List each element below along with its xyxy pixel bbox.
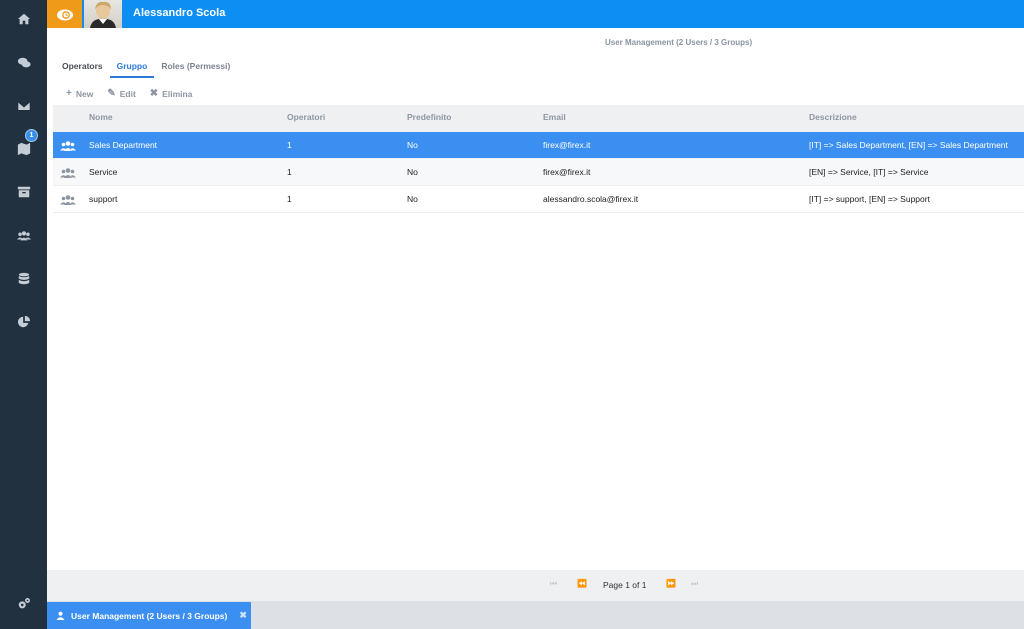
app-logo[interactable] [47,0,82,28]
cell-name: Sales Department [89,140,158,150]
chat-icon [17,57,31,68]
settings-icon [18,598,30,609]
user-photo-icon [90,1,116,28]
sidebar-item-map[interactable]: 1 [0,129,47,164]
tab-roles[interactable]: Roles (Permessi) [154,58,237,78]
cell-name: Service [89,167,118,177]
close-icon: ✖ [149,88,159,99]
sidebar-item-chat[interactable] [0,48,47,78]
database-icon [18,272,29,285]
tab-gruppo[interactable]: Gruppo [109,58,155,78]
first-page-button[interactable]: ⏮ [550,579,557,589]
mail-icon [16,101,31,111]
cell-email: firex@firex.it [543,140,591,150]
cell-operators: 1 [287,140,292,150]
sidebar: 1 [0,0,47,629]
cell-operators: 1 [287,167,292,177]
sidebar-item-reports[interactable] [0,307,47,337]
page-indicator: Page 1 of 1 [603,580,647,590]
cell-default: No [407,167,418,177]
tab-bar: Operators Gruppo Roles (Permessi) [55,58,237,78]
table-row[interactable]: support 1 No alessandro.scola@firex.it [… [53,186,1024,213]
sidebar-item-home[interactable] [0,4,47,34]
pager: ⏮ ⏪ Page 1 of 1 ⏩ ⏭ [47,570,1024,601]
cell-description: [IT] => Sales Department, [EN] => Sales … [809,140,1008,150]
sidebar-item-users[interactable] [0,221,47,251]
new-button[interactable]: + New [66,88,93,99]
table-row[interactable]: Sales Department 1 No firex@firex.it [IT… [53,132,1024,159]
column-header-operatori[interactable]: Operatori [287,105,325,132]
toolbar: + New ✎ Edit ✖ Elimina [66,88,192,99]
cell-description: [EN] => Service, [IT] => Service [809,167,929,177]
close-icon[interactable]: ✖ [239,610,247,621]
sidebar-item-mail[interactable] [0,91,47,121]
home-icon [17,13,30,25]
pie-chart-icon [17,315,30,328]
window-tab-user-management[interactable]: User Management (2 Users / 3 Groups) ✖ [47,602,251,629]
edit-icon: ✎ [107,88,116,99]
column-header-predefinito[interactable]: Predefinito [407,105,451,132]
edit-label: Edit [119,88,136,99]
new-label: New [75,88,94,99]
cell-operators: 1 [287,194,292,204]
top-header: Alessandro Scola [47,0,1024,28]
cell-default: No [407,194,418,204]
edit-button[interactable]: ✎ Edit [107,88,135,99]
notification-badge: 1 [25,129,38,142]
column-header-nome[interactable]: Nome [89,105,113,132]
cell-default: No [407,140,418,150]
delete-button[interactable]: ✖ Elimina [150,88,193,99]
cell-description: [IT] => support, [EN] => Support [809,194,930,204]
sidebar-item-settings[interactable] [0,589,47,619]
user-name: Alessandro Scola [133,7,226,19]
page-title: User Management (2 Users / 3 Groups) [605,38,753,47]
tab-operators[interactable]: Operators [55,58,110,78]
prev-page-button[interactable]: ⏪ [577,579,587,588]
avatar[interactable] [84,0,122,28]
sidebar-item-database[interactable] [0,264,47,294]
archive-icon [17,186,30,198]
table-header: Nome Operatori Predefinito Email Descriz… [53,105,1024,132]
group-icon [60,159,76,186]
logo-icon [56,9,73,21]
plus-icon: + [66,88,72,99]
users-icon [16,231,31,241]
next-page-button[interactable]: ⏩ [666,579,676,588]
column-header-descrizione[interactable]: Descrizione [809,105,857,132]
last-page-button[interactable]: ⏭ [691,579,698,589]
delete-label: Elimina [162,88,193,99]
cell-email: alessandro.scola@firex.it [543,194,639,204]
table-row[interactable]: Service 1 No firex@firex.it [EN] => Serv… [53,159,1024,186]
column-header-email[interactable]: Email [543,105,566,132]
group-icon [60,132,76,159]
cell-name: support [89,194,118,204]
group-icon [60,186,76,213]
window-tab-label: User Management (2 Users / 3 Groups) [71,610,228,621]
groups-table: Nome Operatori Predefinito Email Descriz… [53,105,1024,213]
cell-email: firex@firex.it [543,167,591,177]
taskbar: User Management (2 Users / 3 Groups) ✖ [47,601,1024,629]
user-icon [56,611,65,620]
map-icon [17,142,30,156]
sidebar-item-archive[interactable] [0,177,47,207]
